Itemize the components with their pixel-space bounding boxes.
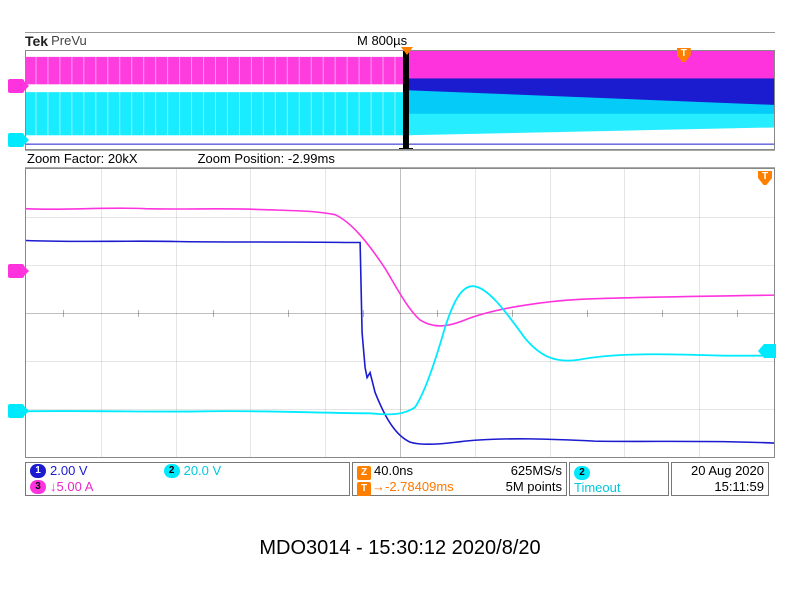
trigger-position-readout: T→-2.78409ms <box>357 479 454 495</box>
ch2-badge: 2 <box>164 464 180 478</box>
ch1-readout[interactable]: 1 2.00 V <box>30 463 88 479</box>
ch2-scale: 20.0 V <box>184 463 222 479</box>
tek-logo: Tek <box>25 33 50 50</box>
main-waveforms <box>26 169 774 457</box>
datetime-readout: 20 Aug 2020 15:11:59 <box>671 462 769 496</box>
main-ch3-marker: 3 <box>8 264 24 278</box>
record-length: 5M points <box>506 479 562 495</box>
trigger-mode: Timeout <box>574 480 664 496</box>
channel-readouts: 1 2.00 V 2 20.0 V 3 ↓ 5.00 A <box>25 462 350 496</box>
zoom-timebase: Z40.0ns <box>357 463 413 479</box>
trigger-readout[interactable]: 2 Timeout <box>569 462 669 496</box>
header-bar: Tek PreVu M 800µs <box>25 32 775 50</box>
ch1-scale: 2.00 V <box>50 463 88 479</box>
main-ch2-marker: 2 <box>8 404 24 418</box>
trigger-source-badge: 2 <box>574 466 590 480</box>
screenshot-caption: MDO3014 - 15:30:12 2020/8/20 <box>0 537 800 560</box>
zoom-factor: Zoom Factor: 20kX <box>27 151 138 167</box>
acquisition-mode-label: PreVu <box>51 33 87 50</box>
z-icon: Z <box>357 466 371 480</box>
main-waveform-display[interactable]: 3 2 T <box>25 168 775 458</box>
sample-rate: 625MS/s <box>511 463 562 479</box>
overview-ch2-marker: 2 <box>8 133 24 147</box>
ch3-readout[interactable]: 3 ↓ 5.00 A <box>30 479 339 495</box>
readout-bar: 1 2.00 V 2 20.0 V 3 ↓ 5.00 A Z40.0ns 625… <box>25 462 775 496</box>
zoom-position: Zoom Position: -2.99ms <box>198 151 335 167</box>
record-overview[interactable]: 3 2 T <box>25 50 775 150</box>
ch2-readout[interactable]: 2 20.0 V <box>164 463 222 479</box>
ch3-scale: 5.00 A <box>57 479 94 495</box>
overview-ch3-marker: 3 <box>8 79 24 93</box>
capture-time: 15:11:59 <box>676 479 764 495</box>
trigger-position-marker[interactable] <box>401 47 413 55</box>
timebase-readout: Z40.0ns 625MS/s T→-2.78409ms 5M points <box>352 462 567 496</box>
ch3-badge: 3 <box>30 480 46 494</box>
main-timebase-label: M 800µs <box>357 33 407 48</box>
zoom-info-bar: Zoom Factor: 20kX Zoom Position: -2.99ms <box>25 150 775 168</box>
ch1-badge: 1 <box>30 464 46 478</box>
t-icon: T <box>357 482 371 496</box>
oscilloscope-screen: Tek PreVu M 800µs 3 2 <box>25 32 775 496</box>
overview-waveforms <box>26 51 774 149</box>
capture-date: 20 Aug 2020 <box>676 463 764 479</box>
